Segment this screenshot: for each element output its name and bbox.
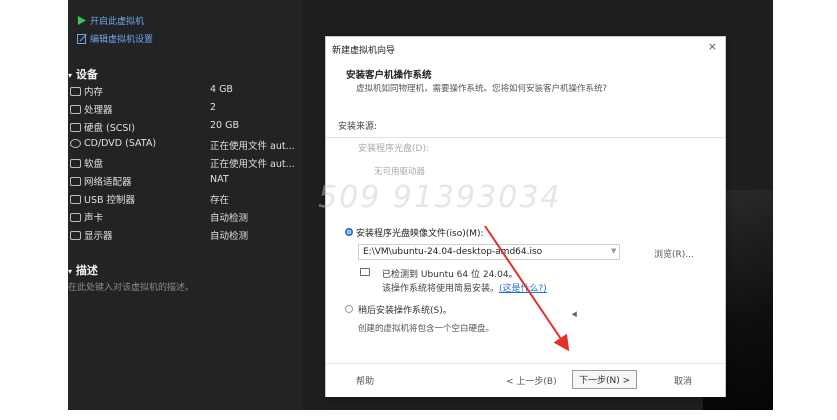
info-monitor-icon [360, 268, 370, 276]
cd-dvd-icon [70, 139, 81, 148]
device-row-floppy[interactable]: 软盘 正在使用文件 aut... [70, 154, 300, 171]
close-icon[interactable]: × [708, 40, 717, 53]
iso-path-field[interactable]: E:\VM\ubuntu-24.04-desktop-amd64.iso [358, 244, 620, 260]
new-vm-wizard-dialog: 新建虚拟机向导 × 安装客户机操作系统 虚拟机如同物理机，需要操作系统。您将如何… [325, 36, 726, 397]
edit-settings-label: 编辑虚拟机设置 [90, 35, 154, 45]
next-button[interactable]: 下一步(N) > [572, 370, 638, 389]
back-button[interactable]: < 上一步(B) [506, 374, 557, 387]
device-row-hard-disk[interactable]: 硬盘 (SCSI) 20 GB [70, 118, 300, 135]
cancel-button[interactable]: 取消 [674, 374, 692, 387]
device-row-usb[interactable]: USB 控制器 存在 [70, 190, 300, 207]
install-later-label: 稍后安装操作系统(S)。 [358, 306, 452, 316]
iso-option-radio[interactable] [345, 228, 353, 236]
chevron-down-icon[interactable]: ▼ [611, 247, 616, 255]
description-section-title: ▾ 描述 [68, 264, 98, 277]
power-on-label: 开启此虚拟机 [90, 17, 145, 27]
disc-drive-value: 无可用驱动器 [374, 167, 426, 177]
help-button[interactable]: 帮助 [356, 374, 374, 387]
power-on-vm-link[interactable]: 开启此虚拟机 [76, 14, 144, 27]
devices-section-title: ▾ 设备 [68, 68, 98, 81]
device-row-processor[interactable]: 处理器 2 [70, 100, 300, 117]
description-input[interactable]: 在此处键入对该虚拟机的描述。 [68, 280, 194, 293]
device-row-network-adapter[interactable]: 网络适配器 NAT [70, 172, 300, 189]
play-icon [76, 15, 87, 26]
easy-install-text: 该操作系统将使用简易安装。(这是什么?) [382, 284, 547, 294]
usb-icon [70, 194, 81, 204]
install-source-label: 安装来源: [338, 122, 378, 132]
hard-disk-icon [70, 122, 81, 132]
wizard-footer: 帮助 < 上一步(B) 下一步(N) > 取消 [326, 363, 725, 397]
install-later-radio[interactable] [345, 305, 353, 313]
browse-button[interactable]: 浏览(R)... [654, 247, 694, 260]
floppy-icon [70, 158, 81, 168]
sound-card-icon [70, 212, 81, 222]
iso-option-label: 安装程序光盘映像文件(iso)(M): [356, 229, 484, 239]
what-is-this-link[interactable]: (这是什么?) [499, 284, 547, 294]
wizard-step-subtitle: 虚拟机如同物理机，需要操作系统。您将如何安装客户机操作系统? [356, 84, 608, 94]
processor-icon [70, 104, 81, 114]
install-later-description: 创建的虚拟机将包含一个空白硬盘。 [358, 324, 495, 334]
edit-vm-settings-link[interactable]: 编辑虚拟机设置 [76, 32, 153, 45]
device-row-memory[interactable]: 内存 4 GB [70, 82, 300, 99]
network-adapter-icon [70, 176, 81, 186]
device-row-sound-card[interactable]: 声卡 自动检测 [70, 208, 300, 225]
wizard-header: 安装客户机操作系统 虚拟机如同物理机，需要操作系统。您将如何安装客户机操作系统? [326, 55, 725, 138]
os-detected-text: 已检测到 Ubuntu 64 位 24.04。 [382, 270, 518, 280]
device-row-cd-dvd[interactable]: CD/DVD (SATA) 正在使用文件 aut... [70, 136, 300, 153]
memory-icon [70, 86, 81, 96]
vm-details-sidebar: 开启此虚拟机 编辑虚拟机设置 ▾ 设备 内存 4 GB 处理器 2 硬盘 (SC… [68, 0, 302, 410]
watermark-text: 509 91393034 [318, 180, 562, 215]
wizard-step-title: 安装客户机操作系统 [346, 70, 432, 81]
edit-settings-icon [76, 33, 87, 44]
disc-option-label: 安装程序光盘(D): [358, 144, 429, 154]
display-icon [70, 230, 81, 240]
device-row-display[interactable]: 显示器 自动检测 [70, 226, 300, 243]
